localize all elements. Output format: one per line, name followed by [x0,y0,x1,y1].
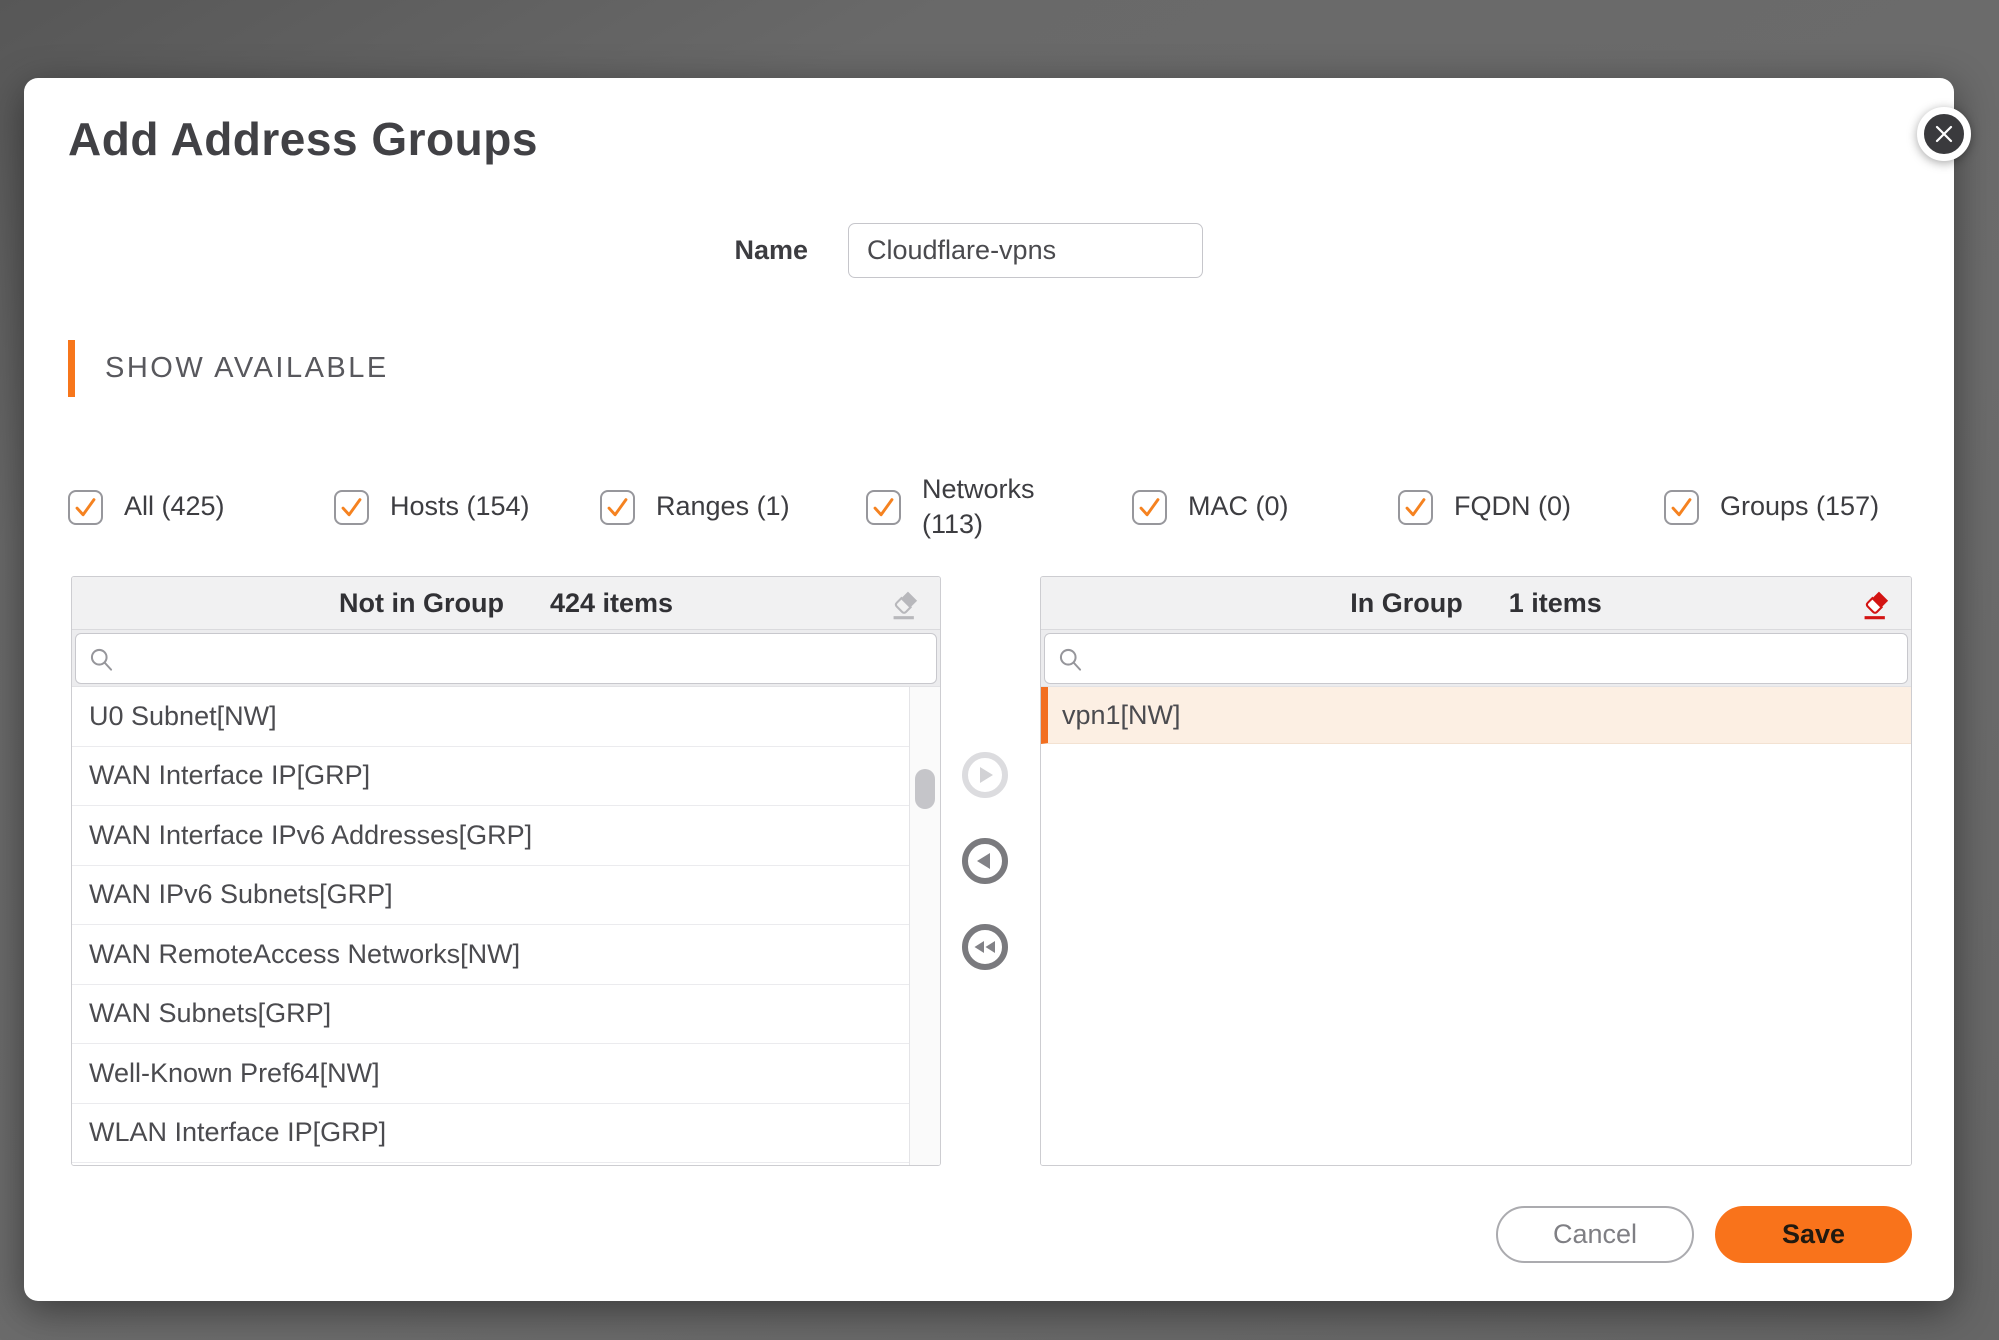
selected-group-item[interactable]: vpn1[NW] [1041,687,1911,744]
right-search-box [1044,633,1908,684]
list-item-label: WAN Interface IPv6 Addresses[GRP] [89,820,532,851]
list-item-label: WLAN Interface IP[GRP] [89,1117,386,1148]
filter-checkbox[interactable] [1664,490,1699,525]
clear-left-selection-button[interactable] [886,585,926,623]
checkmark-icon [1135,493,1164,522]
filter-label: MAC (0) [1188,489,1289,524]
close-button[interactable] [1917,107,1971,161]
name-input[interactable] [848,223,1203,278]
list-item[interactable]: WAN Interface IPv6 Addresses[GRP] [72,806,909,866]
filter-label: Networks (113) [922,472,1102,542]
filter-checkbox[interactable] [600,490,635,525]
save-button[interactable]: Save [1715,1206,1912,1263]
list-item[interactable]: WAN RemoteAccess Networks[NW] [72,925,909,985]
filter-item: MAC (0) [1132,489,1398,524]
not-in-group-rows: U0 Subnet[NW] WAN Interface IP[GRP] WAN … [72,687,940,1163]
list-item[interactable]: WAN IPv6 Subnets[GRP] [72,866,909,926]
list-item[interactable]: WAN Subnets[GRP] [72,985,909,1045]
filter-checkbox[interactable] [866,490,901,525]
section-accent-bar [68,340,75,397]
list-item-label: WAN RemoteAccess Networks[NW] [89,939,520,970]
list-item-label: vpn1[NW] [1062,700,1181,731]
show-available-section: SHOW AVAILABLE [68,340,389,397]
in-group-header: In Group 1 items [1041,577,1911,630]
filter-label: All (425) [124,489,225,524]
filter-label: FQDN (0) [1454,489,1571,524]
filter-item: Ranges (1) [600,489,866,524]
scrollbar-thumb[interactable] [915,769,935,809]
checkmark-icon [71,493,100,522]
dialog-title: Add Address Groups [68,112,538,166]
type-filter-row: All (425) Hosts (154) Ranges (1) [68,462,1948,552]
not-in-group-header: Not in Group 424 items [72,577,940,630]
filter-checkbox[interactable] [1398,490,1433,525]
list-item-label: U0 Subnet[NW] [89,701,277,732]
not-in-group-title: Not in Group [339,588,504,619]
name-field-label: Name [584,223,808,278]
filter-label: Ranges (1) [656,489,790,524]
filter-item: Groups (157) [1664,489,1879,524]
filter-checkbox[interactable] [1132,490,1167,525]
list-item[interactable]: U0 Subnet[NW] [72,687,909,747]
in-group-count: 1 items [1509,588,1602,619]
arrow-left-icon [970,846,1000,876]
clear-group-button[interactable] [1857,585,1897,623]
in-group-list: vpn1[NW] [1041,687,1911,1166]
filter-checkbox[interactable] [68,490,103,525]
filter-item: FQDN (0) [1398,489,1664,524]
move-all-left-button[interactable] [962,924,1008,970]
in-group-title: In Group [1350,588,1462,619]
move-left-button[interactable] [962,838,1008,884]
left-search-box [75,633,937,684]
list-item-label: WAN Subnets[GRP] [89,998,331,1029]
filter-label: Hosts (154) [390,489,530,524]
checkmark-icon [1667,493,1696,522]
search-icon [1057,646,1084,673]
close-icon [1931,121,1957,147]
arrow-right-icon [970,760,1000,790]
not-in-group-count: 424 items [550,588,673,619]
add-address-groups-dialog: Add Address Groups Name SHOW AVAILABLE A… [24,78,1954,1301]
eraser-icon-red [1859,587,1895,621]
filter-item: All (425) [68,489,334,524]
section-label: SHOW AVAILABLE [105,352,389,385]
list-item-label: WAN Interface IP[GRP] [89,760,370,791]
left-search-input[interactable] [124,634,928,685]
list-item-label: Well-Known Pref64[NW] [89,1058,380,1089]
checkmark-icon [869,493,898,522]
checkmark-icon [603,493,632,522]
double-arrow-left-icon [970,932,1000,962]
left-search-strip [72,630,940,687]
in-group-panel: In Group 1 items [1040,576,1912,1166]
list-item[interactable]: WLAN Interface IP[GRP] [72,1104,909,1164]
filter-item: Hosts (154) [334,489,600,524]
move-right-button[interactable] [962,752,1008,798]
list-item-label: WAN IPv6 Subnets[GRP] [89,879,393,910]
filter-checkbox[interactable] [334,490,369,525]
not-in-group-list: U0 Subnet[NW] WAN Interface IP[GRP] WAN … [72,687,940,1166]
right-search-strip [1041,630,1911,687]
checkmark-icon [337,493,366,522]
not-in-group-panel: Not in Group 424 items [71,576,941,1166]
list-item[interactable]: Well-Known Pref64[NW] [72,1044,909,1104]
cancel-button[interactable]: Cancel [1496,1206,1694,1263]
right-search-input[interactable] [1093,634,1899,685]
eraser-icon [888,587,924,621]
list-item[interactable]: WAN Interface IP[GRP] [72,747,909,807]
filter-item: Networks (113) [866,472,1132,542]
left-list-scrollbar [909,687,940,1166]
in-group-rows: vpn1[NW] [1041,687,1911,744]
search-icon [88,646,115,673]
filter-label: Groups (157) [1720,489,1879,524]
checkmark-icon [1401,493,1430,522]
